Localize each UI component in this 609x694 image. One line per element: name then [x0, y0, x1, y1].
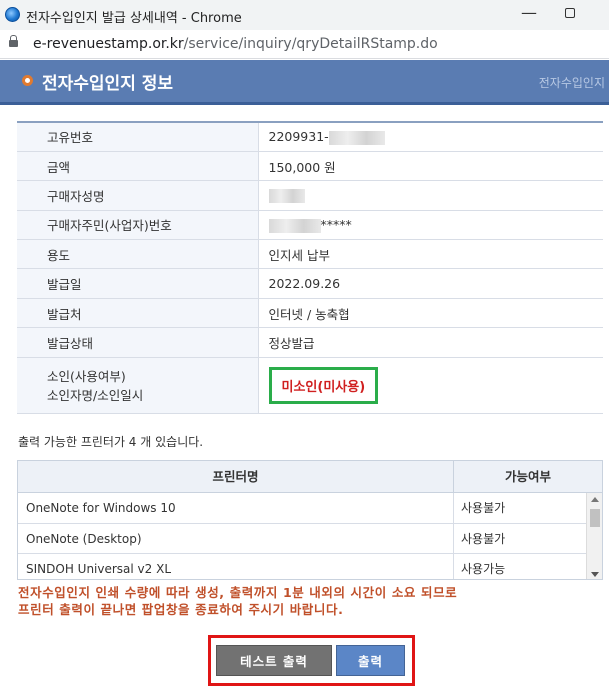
table-row: 발급일 2022.09.26	[17, 268, 603, 299]
notice-line2: 프린터 출력이 끝나면 팝업창을 종료하여 주시기 바랍니다.	[18, 602, 344, 617]
site-favicon-icon	[5, 7, 20, 22]
scroll-up-icon[interactable]	[591, 497, 599, 502]
table-row: 구매자주민(사업자)번호 *****	[17, 210, 603, 241]
table-row: 발급상태 정상발급	[17, 327, 603, 358]
masked-value	[268, 189, 305, 204]
printer-row[interactable]: OneNote for Windows 10 사용불가	[18, 493, 602, 524]
row-value: 2209931-	[258, 122, 603, 152]
row-value: 2022.09.26	[258, 268, 603, 299]
row-value: 150,000 원	[258, 151, 603, 182]
masked-value	[268, 218, 321, 233]
row-value	[258, 180, 603, 211]
row-value: 인터넷 / 농축협	[258, 298, 603, 329]
lock-icon	[9, 35, 18, 47]
printer-list-header: 프린터명 가능여부	[18, 461, 602, 493]
table-row: 구매자성명	[17, 180, 603, 211]
printer-availability: 사용가능	[461, 562, 506, 576]
table-row: 금액 150,000 원	[17, 151, 603, 182]
stamp-info-table: 고유번호 2209931- 금액 150,000 원 구매자성명 구매자주민(사…	[17, 121, 603, 414]
printer-availability: 사용불가	[461, 501, 506, 515]
table-row: 용도 인지세 납부	[17, 239, 603, 270]
printer-availability: 사용불가	[461, 531, 506, 546]
header-underline	[0, 102, 609, 105]
table-row: 소인(사용여부) 소인자명/소인일시 미소인(미사용)	[17, 357, 603, 414]
printer-count-text: 출력 가능한 프린터가 4 개 있습니다.	[18, 435, 204, 449]
window-titlebar: 전자수입인지 발급 상세내역 - Chrome —	[0, 0, 609, 30]
url-text[interactable]: e-revenuestamp.or.kr/service/inquiry/qry…	[33, 36, 438, 52]
row-label: 발급처	[17, 298, 259, 329]
page-title: 전자수입인지 정보	[42, 74, 174, 94]
column-header-availability: 가능여부	[504, 469, 551, 484]
window-title: 전자수입인지 발급 상세내역 - Chrome	[26, 11, 242, 26]
row-label: 발급상태	[17, 327, 259, 358]
row-label: 구매자주민(사업자)번호	[17, 210, 259, 241]
masked-id-stars: *****	[320, 217, 352, 233]
printer-name: OneNote for Windows 10	[18, 493, 454, 523]
row-label: 고유번호	[17, 122, 259, 152]
bullet-icon	[22, 75, 33, 86]
minimize-icon[interactable]: —	[517, 4, 541, 24]
serial-number: 2209931-	[268, 129, 329, 145]
row-label: 용도	[17, 239, 259, 270]
table-row: 고유번호 2209931-	[17, 122, 603, 152]
scroll-down-icon[interactable]	[591, 572, 599, 577]
test-print-button[interactable]: 테스트 출력	[216, 645, 332, 676]
row-label: 구매자성명	[17, 180, 259, 211]
printer-row[interactable]: OneNote (Desktop) 사용불가	[18, 523, 602, 554]
row-value: 정상발급	[258, 327, 603, 358]
printer-row[interactable]: SINDOH Universal v2 XL 사용가능	[18, 554, 602, 579]
url-path: /service/inquiry/qryDetailRStamp.do	[183, 36, 438, 52]
stamp-label-line2: 소인자명/소인일시	[47, 388, 144, 404]
address-bar[interactable]: e-revenuestamp.or.kr/service/inquiry/qry…	[0, 30, 609, 59]
printer-name: OneNote (Desktop)	[18, 523, 454, 553]
row-label: 금액	[17, 151, 259, 182]
printer-list-scrollbar[interactable]	[586, 493, 602, 579]
printer-list-body[interactable]: OneNote for Windows 10 사용불가 OneNote (Des…	[18, 493, 602, 579]
printer-list: 프린터명 가능여부 OneNote for Windows 10 사용불가 On…	[17, 460, 603, 580]
scroll-thumb[interactable]	[590, 509, 600, 527]
print-notice: 전자수입인지 인쇄 수량에 따라 생성, 출력까지 1분 내외의 시간이 소요 …	[18, 584, 457, 618]
header-watermark: 전자수입인지	[538, 76, 605, 90]
notice-line1: 전자수입인지 인쇄 수량에 따라 생성, 출력까지 1분 내외의 시간이 소요 …	[18, 585, 458, 600]
table-row: 발급처 인터넷 / 농축협	[17, 298, 603, 329]
page-header: 전자수입인지 정보 전자수입인지	[0, 60, 609, 102]
printer-name: SINDOH Universal v2 XL	[18, 554, 454, 579]
masked-value	[328, 130, 385, 145]
row-value: 미소인(미사용)	[258, 357, 603, 414]
row-label: 소인(사용여부) 소인자명/소인일시	[17, 357, 259, 414]
row-value: 인지세 납부	[258, 239, 603, 270]
row-value: *****	[258, 210, 603, 241]
url-host: e-revenuestamp.or.kr	[33, 36, 184, 52]
stamp-status-badge: 미소인(미사용)	[268, 366, 379, 404]
stamp-label-line1: 소인(사용여부)	[47, 369, 126, 385]
maximize-icon[interactable]	[565, 8, 575, 18]
print-button[interactable]: 출력	[336, 645, 405, 676]
row-label: 발급일	[17, 268, 259, 299]
column-header-printer-name: 프린터명	[18, 461, 454, 492]
